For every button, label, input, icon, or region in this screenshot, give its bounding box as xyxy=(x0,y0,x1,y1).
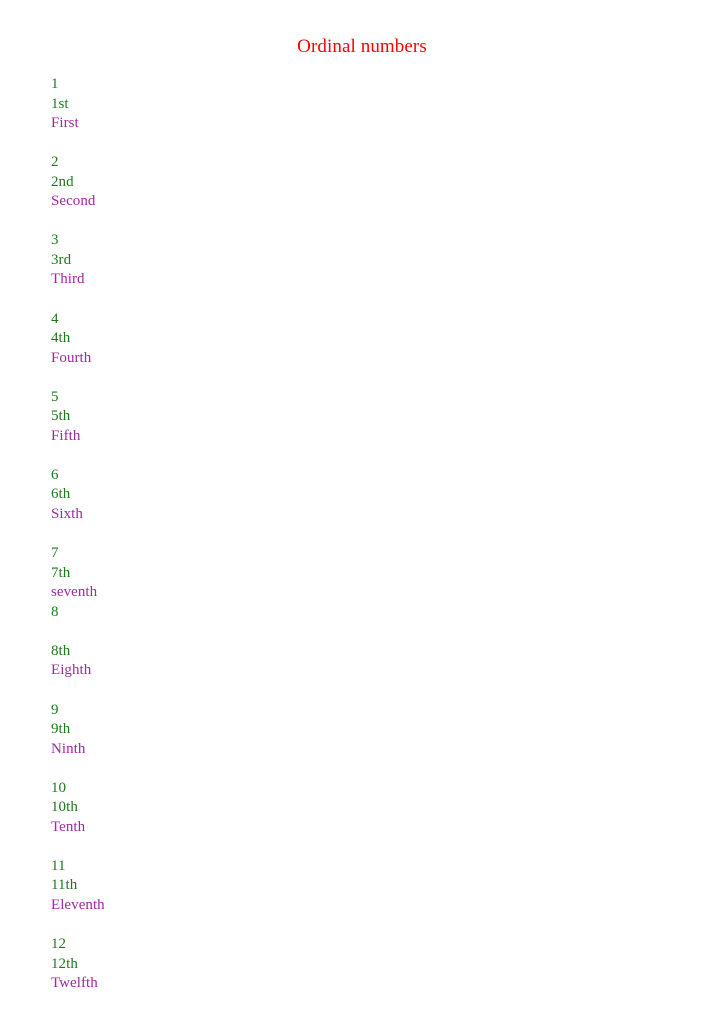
ordinal-numeral: 5 xyxy=(51,388,59,405)
ordinal-word: Twelfth xyxy=(51,975,98,992)
ordinal-word: Eleventh xyxy=(51,896,105,913)
document-page: Ordinal numbers 1 1st First 2 2nd Second… xyxy=(0,0,724,1024)
ordinal-word: Third xyxy=(51,271,85,288)
ordinal-numeral: 8 xyxy=(51,603,59,620)
ordinal-word: Tenth xyxy=(51,818,86,835)
ordinal-word: Second xyxy=(51,193,96,210)
ordinal-word: First xyxy=(51,115,79,132)
ordinal-entry-6: 6 6th Sixth xyxy=(51,466,451,525)
ordinal-abbreviation: 10th xyxy=(51,799,78,816)
ordinal-numeral: 11 xyxy=(51,857,66,874)
ordinal-entry-4: 4 4th Fourth xyxy=(51,310,451,369)
ordinal-entry-12: 12 12th Twelfth xyxy=(51,935,451,994)
ordinal-abbreviation: 7th xyxy=(51,564,71,581)
ordinal-entry-9: 9 9th Ninth xyxy=(51,701,451,760)
ordinal-entry-2: 2 2nd Second xyxy=(51,153,451,212)
ordinal-numeral: 7 xyxy=(51,545,59,562)
ordinal-numeral: 2 xyxy=(51,154,59,171)
ordinal-word: Sixth xyxy=(51,506,83,523)
ordinal-abbreviation: 6th xyxy=(51,486,71,503)
ordinal-numeral: 3 xyxy=(51,232,59,249)
ordinal-abbreviation: 4th xyxy=(51,330,71,347)
ordinal-abbreviation: 5th xyxy=(51,408,71,425)
ordinal-abbreviation: 1st xyxy=(51,95,69,112)
ordinal-word: Fifth xyxy=(51,427,81,444)
ordinal-number-list: 1 1st First 2 2nd Second 3 3rd Third 4 4… xyxy=(51,75,451,994)
ordinal-abbreviation: 8th xyxy=(51,642,71,659)
ordinal-numeral: 1 xyxy=(51,76,59,92)
ordinal-abbreviation: 2nd xyxy=(51,173,74,190)
ordinal-abbreviation: 12th xyxy=(51,955,78,972)
ordinal-numeral: 9 xyxy=(51,701,59,718)
ordinal-word: Fourth xyxy=(51,349,92,366)
ordinal-numeral: 12 xyxy=(51,936,67,953)
ordinal-abbreviation: 11th xyxy=(51,877,78,894)
ordinal-word: Eighth xyxy=(51,662,92,679)
ordinal-entry-11: 11 11th Eleventh xyxy=(51,857,451,916)
ordinal-entry-10: 10 10th Tenth xyxy=(51,779,451,838)
ordinal-word: Ninth xyxy=(51,740,86,757)
page-title: Ordinal numbers xyxy=(297,36,427,57)
ordinal-entry-1: 1 1st First xyxy=(51,75,451,134)
ordinal-abbreviation: 3rd xyxy=(51,251,72,268)
ordinal-numeral: 10 xyxy=(51,779,67,796)
ordinal-entry-8: 8 8th Eighth xyxy=(51,603,451,681)
ordinal-entry-7: 7 7th seventh xyxy=(51,544,451,603)
ordinal-entry-3: 3 3rd Third xyxy=(51,231,451,290)
ordinal-numeral: 4 xyxy=(51,310,59,327)
ordinal-word: seventh xyxy=(51,584,98,601)
ordinal-entry-5: 5 5th Fifth xyxy=(51,388,451,447)
ordinal-numeral: 6 xyxy=(51,466,59,483)
ordinal-abbreviation: 9th xyxy=(51,721,71,738)
